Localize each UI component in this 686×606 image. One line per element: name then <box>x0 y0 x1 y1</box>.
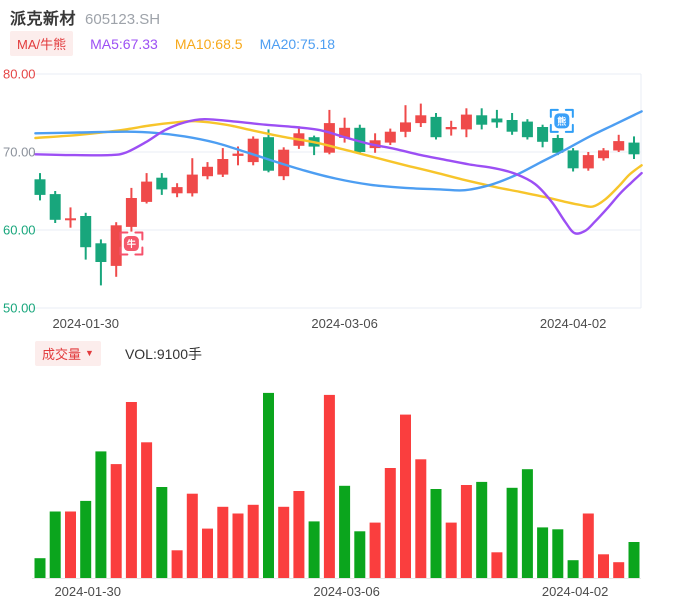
volume-bar <box>552 529 564 578</box>
volume-bar <box>308 521 320 578</box>
volume-bar <box>278 506 290 578</box>
candle-body <box>628 142 640 155</box>
volume-type-dropdown[interactable]: 成交量 ▼ <box>35 341 101 366</box>
candle-body <box>186 174 198 194</box>
volume-bar <box>293 491 305 578</box>
volume-bar <box>430 489 442 578</box>
candle-body <box>613 141 625 151</box>
candle-body <box>491 118 503 123</box>
candle-body <box>537 127 549 142</box>
candle-body <box>263 137 274 171</box>
volume-bar <box>415 459 427 578</box>
volume-bar <box>232 513 244 578</box>
volume-bar <box>491 552 503 578</box>
volume-bar <box>80 500 92 578</box>
candle-body <box>415 115 427 124</box>
volume-bar <box>445 522 457 578</box>
volume-bar <box>582 513 594 578</box>
volume-bar <box>460 485 472 578</box>
bear-glyph: 熊 <box>557 115 566 126</box>
volume-bar <box>384 468 396 578</box>
volume-bar <box>537 527 549 578</box>
candle-body <box>171 187 183 194</box>
candle-body <box>598 150 609 159</box>
ma-line-ma10 <box>34 119 643 209</box>
volume-bar <box>65 511 76 578</box>
volume-bar <box>400 414 411 578</box>
volume-bar <box>506 487 518 578</box>
bull-marker[interactable]: 牛 <box>119 231 144 256</box>
candle-body <box>95 243 107 262</box>
candle-body <box>521 121 533 138</box>
volume-bar <box>110 464 122 578</box>
candle-body <box>567 150 579 169</box>
candle-body <box>247 138 259 163</box>
volume-bar <box>369 522 381 578</box>
stock-chart-app: 牛熊 派克新材 605123.SH MA/牛熊 MA5:67.33 MA10:6… <box>0 0 686 606</box>
volume-bar <box>613 562 625 578</box>
volume-bar <box>186 493 198 578</box>
candle-body <box>202 166 213 177</box>
volume-bar <box>567 560 579 578</box>
candle-body <box>49 194 61 220</box>
candle-body <box>323 123 335 153</box>
volume-bar <box>202 528 213 578</box>
bull-glyph: 牛 <box>127 238 136 249</box>
candle-body <box>384 131 396 143</box>
volume-bar <box>34 558 46 578</box>
volume-bar <box>263 392 274 578</box>
volume-bar <box>339 485 351 578</box>
ma-bull-bear-toggle[interactable]: MA/牛熊 <box>10 31 74 56</box>
bear-marker[interactable]: 熊 <box>549 108 574 133</box>
candle-body <box>400 122 411 132</box>
volume-bar <box>323 394 335 578</box>
volume-bar <box>476 481 488 578</box>
candle-body <box>34 179 46 195</box>
candle-body <box>445 127 457 130</box>
candle-body <box>582 155 594 169</box>
volume-bar <box>628 542 640 578</box>
volume-bar <box>598 554 609 578</box>
caret-down-icon: ▼ <box>85 348 94 358</box>
candle-body <box>232 153 244 156</box>
volume-bar <box>125 402 137 578</box>
candle-body <box>141 181 153 202</box>
volume-bar <box>354 531 366 578</box>
candle-body <box>217 159 229 175</box>
candlestick-and-volume-chart[interactable]: 牛熊 <box>0 0 686 606</box>
volume-bar <box>49 511 61 578</box>
candle-body <box>506 120 518 132</box>
volume-bar <box>141 442 153 578</box>
volume-bar <box>95 451 107 578</box>
candle-body <box>65 218 76 221</box>
volume-bar <box>156 487 168 578</box>
candle-body <box>460 114 472 130</box>
volume-bar <box>217 506 229 578</box>
candle-body <box>476 115 488 125</box>
ma-line-ma20 <box>34 110 643 192</box>
candle-body <box>430 116 442 138</box>
volume-bar <box>171 550 183 578</box>
candle-body <box>80 216 92 248</box>
volume-bar <box>247 504 259 578</box>
candle-body <box>125 198 137 227</box>
volume-bar <box>521 469 533 578</box>
volume-dropdown-label: 成交量 <box>42 347 82 362</box>
candle-body <box>156 177 168 190</box>
candle-body <box>110 225 122 266</box>
